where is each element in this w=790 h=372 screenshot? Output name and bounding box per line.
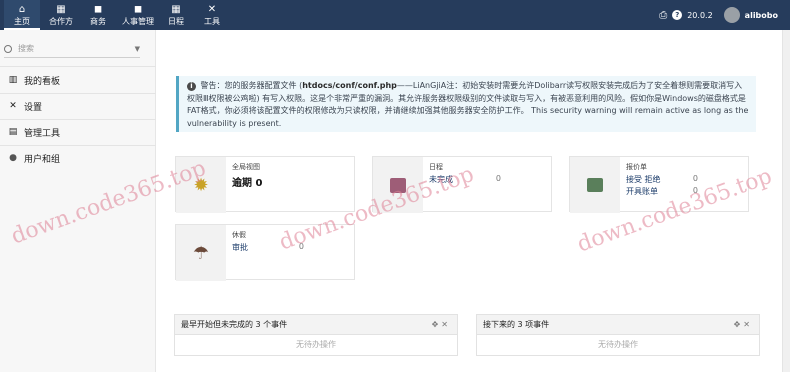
briefcase-icon: ◼ (93, 3, 103, 15)
sidebar-item-dashboard[interactable]: ▥ 我的看板 (0, 68, 156, 92)
nav-commercial-label: 商务 (90, 16, 106, 26)
nav-hrm[interactable]: ◼ 人事管理 (118, 0, 158, 30)
agenda-row-incomplete-value: 0 (495, 174, 501, 183)
proposals-row-accepted[interactable]: 接受 拒绝 (626, 174, 661, 185)
left-sidebar: 搜索 ▼ ▥ 我的看板 ✕ 设置 ▤ 管理工具 ● 用户和组 (0, 30, 156, 372)
chart-icon: ▥ (8, 75, 18, 85)
building-icon: ▦ (56, 3, 66, 15)
nav-home-label: 主页 (14, 16, 30, 26)
info-icon: i (187, 82, 196, 91)
search-placeholder: 搜索 (18, 44, 34, 53)
overview-icon-area: ✹ (176, 157, 226, 213)
proposals-icon-area (570, 157, 620, 213)
leave-row-approve-value: 0 (298, 242, 304, 251)
chevron-down-icon: ▼ (134, 44, 140, 53)
nav-tools-label: 工具 (204, 16, 220, 26)
warning-path: htdocs/conf/conf.php (302, 81, 397, 90)
hrm-icon: ◼ (133, 3, 143, 15)
panel-title: 最早开始但未完成的 3 个事件 (181, 320, 288, 329)
nav-commercial[interactable]: ◼ 商务 (84, 0, 112, 30)
tools-icon: ✕ (207, 3, 217, 15)
top-navigation-bar: ⌂ 主页 ▦ 合作方 ◼ 商务 ◼ 人事管理 ▦ 日程 ✕ 工具 ⎙ ? 20.… (0, 0, 790, 30)
warning-prefix: 警告：您的服务器配置文件 ( (200, 81, 303, 90)
print-icon[interactable]: ⎙ (659, 10, 667, 21)
panel-title: 接下来的 3 项事件 (483, 320, 550, 329)
nav-agenda[interactable]: ▦ 日程 (164, 0, 188, 30)
agenda-row-incomplete[interactable]: 未完成 (429, 174, 453, 185)
overview-box[interactable]: ✹ 全局视图 逾期 0 (175, 156, 355, 213)
user-name[interactable]: alibobo (745, 11, 778, 20)
nav-hrm-label: 人事管理 (122, 16, 154, 26)
calendar-icon: ▦ (171, 3, 181, 15)
gear-icon: ✹ (193, 174, 209, 196)
proposals-box[interactable]: 报价单 接受 拒绝 0 开具账单 0 (569, 156, 749, 213)
nav-agenda-label: 日程 (168, 16, 184, 26)
agenda-title: 日程 (429, 163, 443, 171)
leave-box[interactable]: ☂ 休假 审批 0 (175, 224, 355, 281)
leave-title: 休假 (232, 231, 246, 239)
admin-tools-icon: ▤ (8, 127, 18, 137)
sidebar-item-users[interactable]: ● 用户和组 (0, 146, 156, 170)
agenda-icon-area (373, 157, 423, 213)
next-events-panel: 接下来的 3 项事件 ✥✕ 无待办操作 (476, 314, 760, 356)
sidebar-item-label: 管理工具 (24, 128, 61, 139)
oldest-events-panel: 最早开始但未完成的 3 个事件 ✥✕ 无待办操作 (174, 314, 458, 356)
calendar-icon (390, 177, 406, 193)
panel-controls-icon[interactable]: ✥✕ (734, 315, 753, 335)
top-right-tools: ⎙ ? 20.0.2 alibobo (659, 5, 778, 25)
sidebar-divider (0, 66, 156, 67)
signature-icon (587, 178, 603, 192)
nav-home[interactable]: ⌂ 主页 (4, 0, 40, 30)
search-input[interactable]: 搜索 ▼ (4, 40, 140, 58)
scrollbar[interactable] (782, 30, 790, 372)
wrench-icon: ✕ (9, 101, 17, 111)
overview-title: 全局视图 (232, 163, 260, 171)
security-warning: i 警告：您的服务器配置文件 (htdocs/conf/conf.php——Li… (176, 76, 756, 132)
help-icon[interactable]: ? (672, 10, 683, 20)
proposals-title: 报价单 (626, 163, 647, 171)
proposals-row-accepted-value: 0 (692, 174, 698, 183)
sidebar-item-label: 设置 (24, 102, 43, 113)
proposals-row-billing[interactable]: 开具账单 (626, 186, 658, 197)
avatar[interactable] (723, 7, 740, 23)
panel-header: 接下来的 3 项事件 ✥✕ (477, 315, 759, 335)
sidebar-item-admin-tools[interactable]: ▤ 管理工具 (0, 120, 156, 144)
search-icon (4, 44, 12, 53)
panel-empty-text: 无待办操作 (598, 340, 638, 349)
beach-umbrella-icon: ☂ (192, 242, 210, 264)
panel-controls-icon[interactable]: ✥✕ (432, 315, 451, 335)
leave-icon-area: ☂ (176, 225, 226, 281)
panel-header: 最早开始但未完成的 3 个事件 ✥✕ (175, 315, 457, 335)
sidebar-item-setup[interactable]: ✕ 设置 (0, 94, 156, 118)
nav-thirdparties[interactable]: ▦ 合作方 (44, 0, 78, 30)
nav-tools[interactable]: ✕ 工具 (200, 0, 224, 30)
panel-empty-text: 无待办操作 (296, 340, 336, 349)
sidebar-item-label: 我的看板 (24, 76, 61, 87)
version-label: 20.0.2 (687, 10, 713, 20)
user-icon: ● (9, 153, 17, 163)
agenda-box[interactable]: 日程 未完成 0 (372, 156, 552, 213)
home-icon: ⌂ (18, 3, 26, 15)
leave-row-approve[interactable]: 审批 (232, 242, 248, 253)
proposals-row-billing-value: 0 (692, 186, 698, 195)
overdue-label[interactable]: 逾期 0 (232, 174, 262, 189)
nav-thirdparties-label: 合作方 (49, 16, 73, 26)
sidebar-item-label: 用户和组 (24, 154, 61, 165)
